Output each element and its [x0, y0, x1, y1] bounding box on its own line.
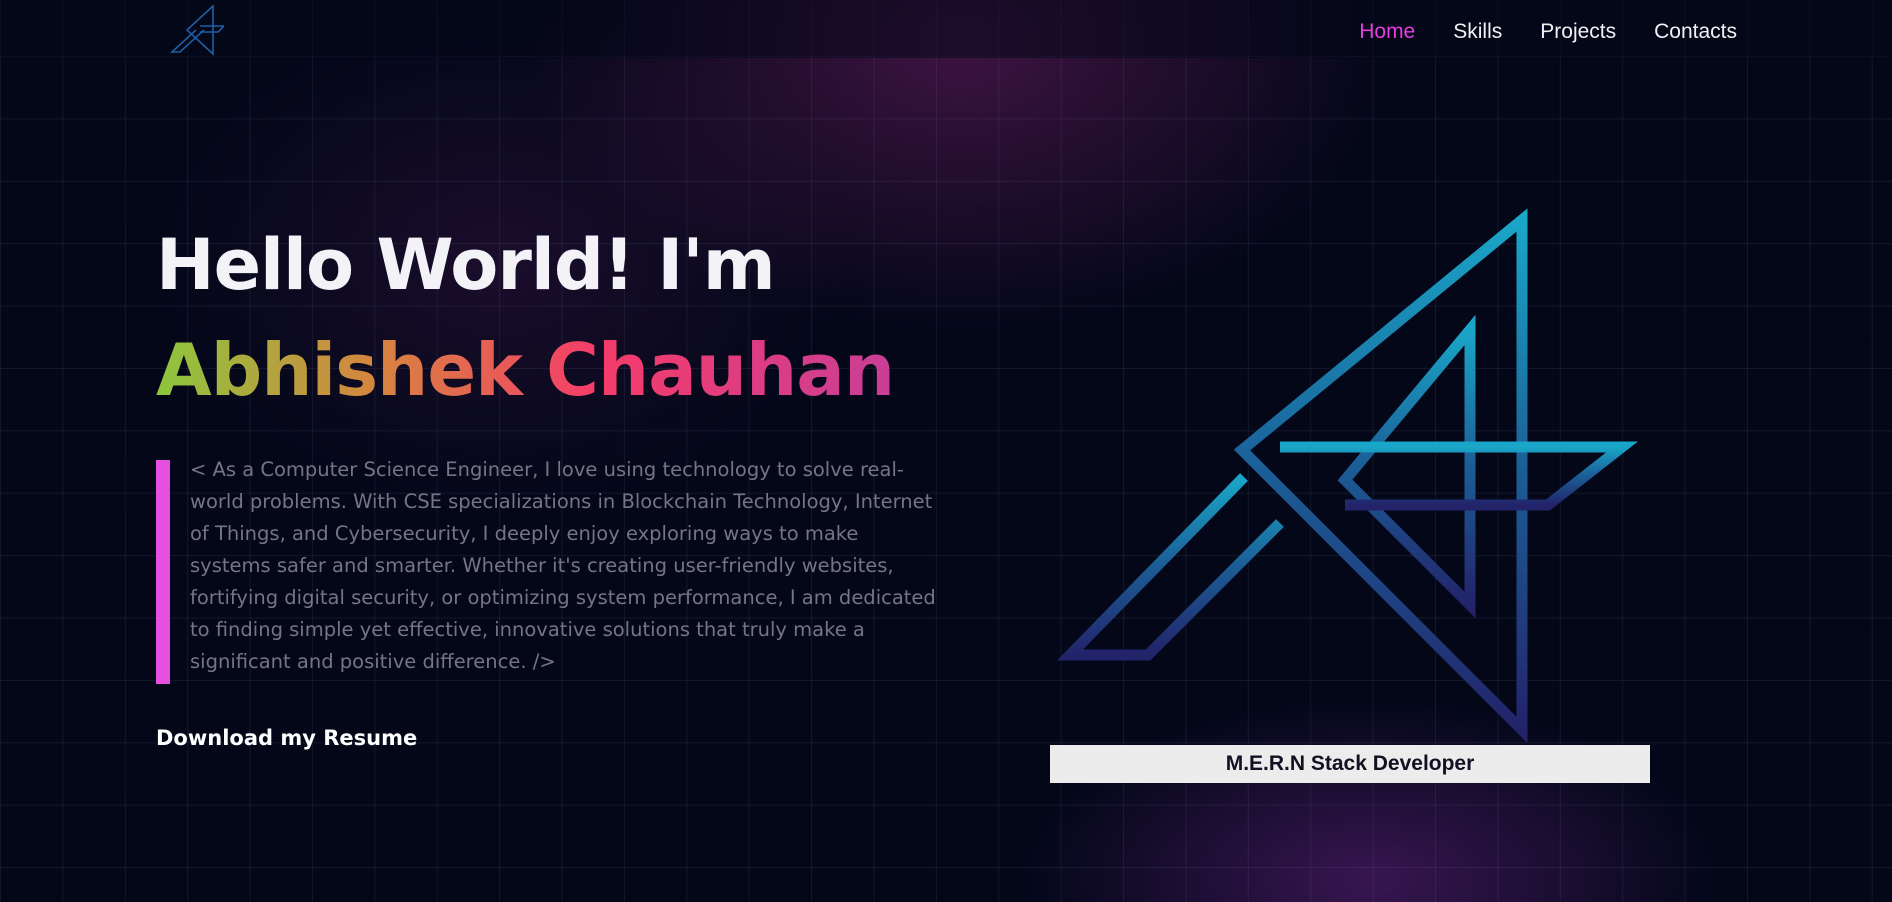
about-accent-bar	[156, 460, 170, 684]
portfolio-page: Home Skills Projects Contacts Hello Worl…	[0, 0, 1892, 902]
nav-contacts-link[interactable]: Contacts	[1654, 20, 1737, 44]
hero-greeting: Hello World! I'm	[156, 224, 776, 306]
brand-logo-icon	[1056, 208, 1638, 744]
nav-skills-link[interactable]: Skills	[1453, 20, 1502, 44]
role-banner: M.E.R.N Stack Developer	[1050, 745, 1650, 783]
download-resume-link[interactable]: Download my Resume	[156, 726, 417, 750]
about-section: < As a Computer Science Engineer, I love…	[156, 458, 936, 684]
role-label: M.E.R.N Stack Developer	[1225, 752, 1475, 775]
navbar: Home Skills Projects Contacts	[0, 0, 1892, 58]
logo-icon[interactable]	[160, 2, 224, 60]
hero-name: Abhishek Chauhan	[156, 328, 895, 412]
about-text: < As a Computer Science Engineer, I love…	[190, 458, 936, 673]
nav-projects-link[interactable]: Projects	[1540, 20, 1616, 44]
nav-home-link[interactable]: Home	[1359, 20, 1415, 44]
nav-links: Home Skills Projects Contacts	[1359, 20, 1737, 44]
